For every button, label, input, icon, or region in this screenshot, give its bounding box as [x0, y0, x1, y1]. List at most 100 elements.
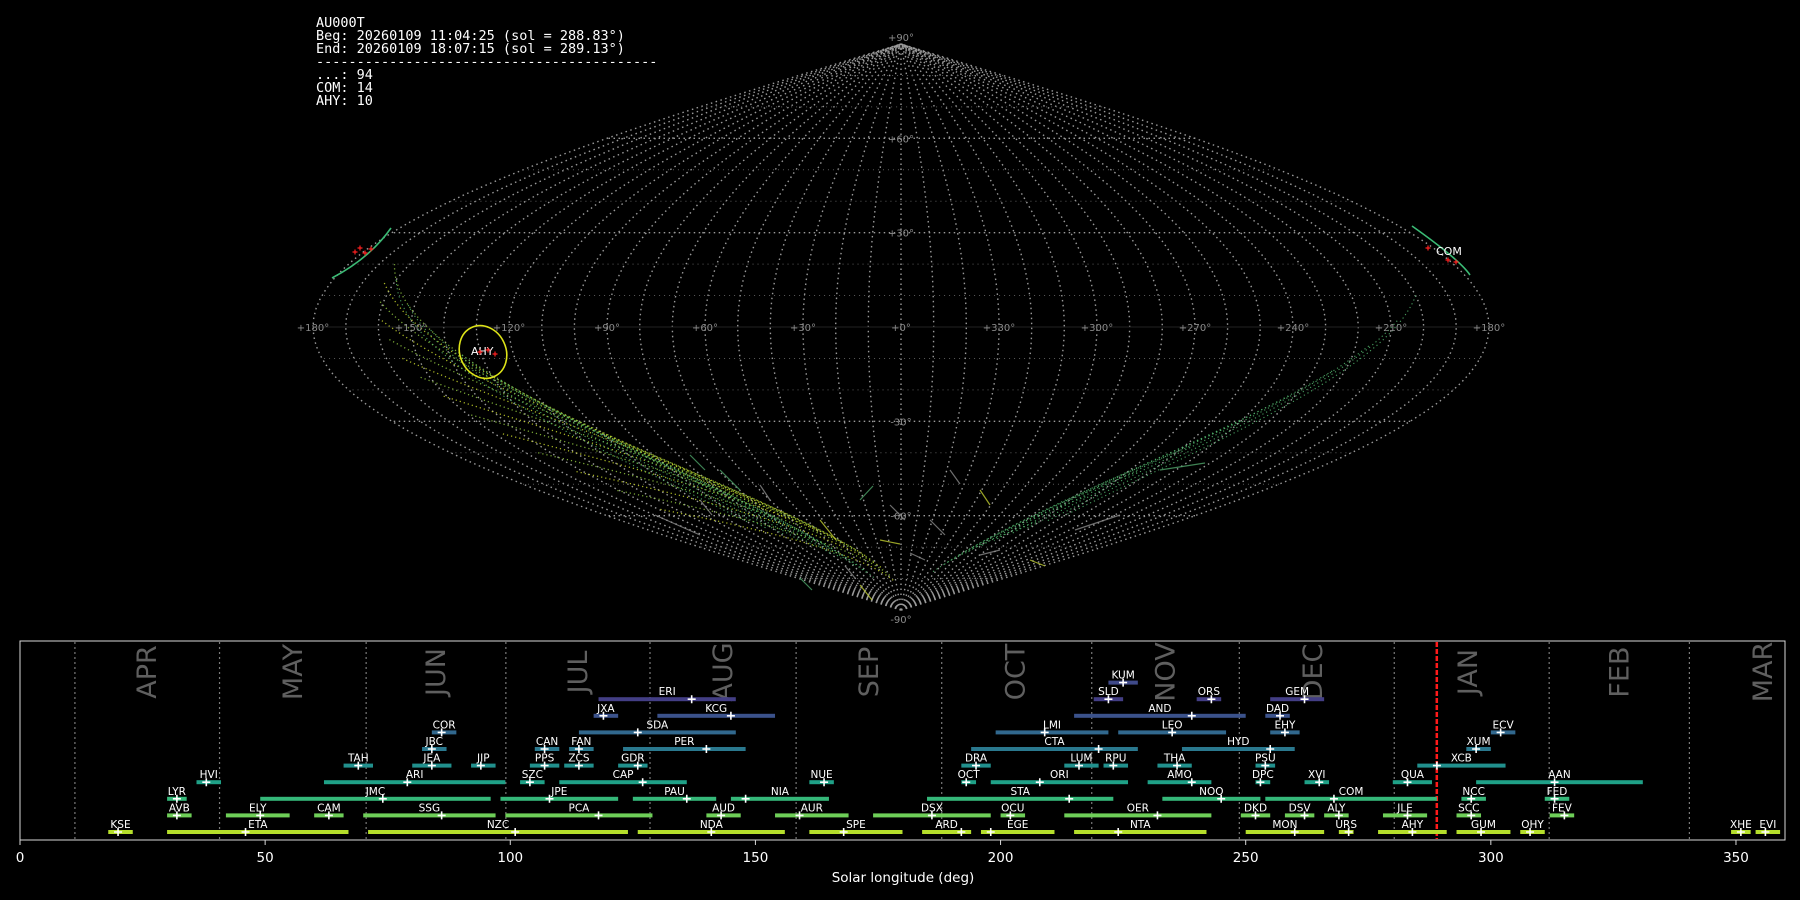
x-axis-tick-label: 150 [743, 850, 769, 866]
shower-bar [343, 763, 373, 768]
meteor-track [1074, 514, 1121, 531]
shower-bar [108, 830, 133, 834]
shower-bar [323, 780, 506, 785]
latitude-label: +60° [888, 134, 914, 145]
shower-bar [1466, 747, 1491, 751]
latitude-label: -90° [890, 615, 911, 626]
shower-peak-marker [795, 811, 804, 820]
x-axis-tick-label: 350 [1723, 850, 1749, 866]
shower-peak-marker [241, 828, 250, 836]
shower-label: GEM [1285, 686, 1309, 698]
x-axis-tick-label: 50 [257, 850, 274, 866]
longitude-label: +210° [1375, 323, 1407, 334]
shower-peak-marker [1280, 728, 1289, 737]
shower-peak-marker [972, 761, 981, 770]
shower-peak-marker [1761, 828, 1770, 836]
shower-peak-marker [1153, 811, 1162, 820]
shower-label: CAM [317, 802, 341, 814]
shower-bar [1103, 763, 1129, 768]
shower-label: RPU [1105, 753, 1126, 765]
shower-bar [1755, 830, 1781, 834]
shower-peak-marker [574, 761, 583, 770]
month-label: NOV [1150, 642, 1181, 702]
month-label: FEB [1604, 646, 1635, 697]
meteor-track-arc [395, 279, 748, 523]
shower-peak-marker [202, 778, 211, 787]
shower-label: PCA [568, 802, 590, 814]
shower-peak-marker [1329, 794, 1338, 803]
shower-peak-marker [172, 811, 181, 820]
shower-bar [1240, 813, 1271, 818]
month-label: JUL [563, 651, 594, 696]
shower-label: LEO [1162, 719, 1183, 731]
shower-peak-marker [820, 778, 829, 787]
shower-peak-marker [1408, 828, 1417, 836]
shower-bar [1461, 796, 1486, 801]
shower-peak-marker [1467, 794, 1476, 803]
shower-peak-marker [172, 794, 181, 803]
shower-bar [471, 763, 496, 768]
sky-grid-labels: +90° +60° +30° -30° -60° -90° +180° +150° +120° +… [297, 33, 1505, 626]
shower-peak-marker [324, 811, 333, 820]
shower-bar [1270, 697, 1325, 702]
shower-peak-marker [1315, 778, 1324, 787]
shower-bar [1544, 796, 1570, 801]
shower-bar [1520, 830, 1545, 834]
month-label: MAR [1748, 642, 1779, 703]
shower-bar [167, 796, 187, 801]
meteor-track-arc [617, 489, 891, 576]
shower-label: AMO [1167, 769, 1192, 781]
shower-label: DSV [1289, 802, 1312, 814]
x-axis-tick-label: 300 [1478, 850, 1504, 866]
meteor-tracks [379, 264, 1417, 601]
shower-label: JLE [1396, 802, 1413, 814]
meteor-track-arc [393, 264, 733, 501]
shower-bar [775, 813, 849, 818]
month-label: JUN [421, 648, 452, 698]
shower-peak-marker [256, 811, 265, 820]
shower-peak-marker [1403, 778, 1412, 787]
shower-label: URS [1335, 819, 1357, 831]
radiant-point-marker [352, 249, 358, 255]
shower-bar [1074, 830, 1207, 834]
shower-peak-marker [403, 778, 412, 787]
shower-label: OER [1127, 802, 1149, 814]
shower-label: CAP [613, 769, 634, 781]
shower-bar [961, 763, 991, 768]
shower-peak-marker [1094, 745, 1103, 753]
shower-label: NIA [771, 786, 790, 798]
radiant-point-marker [368, 246, 374, 252]
shower-peak-marker [1550, 794, 1559, 803]
shower-bar [618, 763, 648, 768]
shower-label: JXA [596, 703, 615, 715]
shower-label: DSX [921, 802, 943, 814]
shower-bar [1476, 780, 1643, 785]
shower-bar [1255, 763, 1276, 768]
shower-bar [578, 730, 736, 735]
x-axis-label: Solar longitude (deg) [832, 870, 975, 886]
shower-bar [657, 713, 776, 718]
shower-label: GDR [621, 753, 645, 765]
shower-peak-marker [638, 778, 647, 787]
shower-label: QUA [1401, 769, 1425, 781]
shower-label: NDA [700, 819, 724, 831]
longitude-label: +150° [395, 323, 427, 334]
shower-label: XUM [1467, 736, 1491, 748]
shower-bar [1196, 697, 1222, 702]
shower-label: ALY [1327, 802, 1346, 814]
shower-bar [363, 813, 496, 818]
shower-peak-marker [1104, 695, 1113, 704]
shower-label: AAN [1548, 769, 1571, 781]
meteor-track [929, 519, 946, 536]
shower-label: KUM [1111, 670, 1134, 682]
shower-label: AHY [1402, 819, 1424, 831]
meteor-track [654, 514, 701, 536]
shower-peak-marker [1040, 728, 1049, 737]
shower-bar [1456, 813, 1482, 818]
shower-bar [314, 813, 344, 818]
meteor-track-arc [500, 380, 817, 548]
shower-bar [564, 763, 594, 768]
shower-bar [1074, 713, 1246, 718]
shower-peak-marker [1276, 711, 1285, 720]
shower-label: STA [1010, 786, 1030, 798]
